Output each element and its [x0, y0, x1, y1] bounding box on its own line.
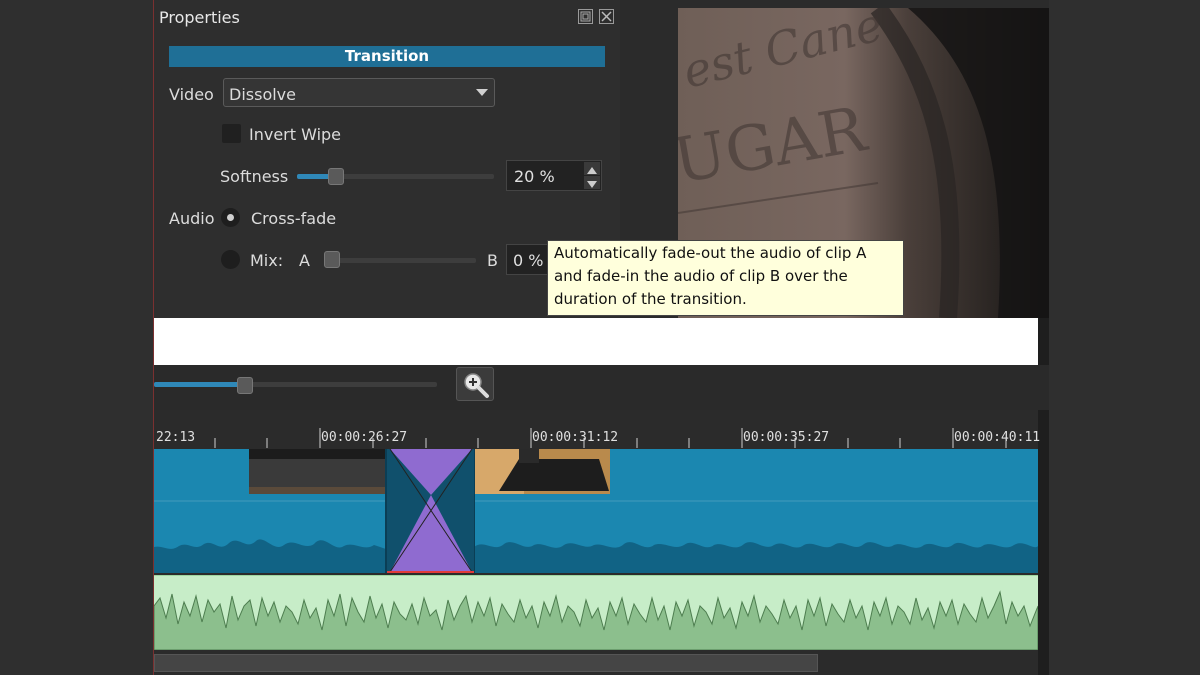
tooltip-line-2: and fade-in the audio of clip B over the	[554, 267, 848, 285]
zoom-in-icon	[464, 373, 489, 398]
softness-spinbox[interactable]: 20 %	[506, 160, 602, 191]
clip-b-thumbnail	[474, 449, 610, 494]
dock-float-icon[interactable]	[578, 9, 593, 24]
invert-wipe-label: Invert Wipe	[249, 125, 342, 144]
audio-label: Audio	[169, 209, 215, 228]
clip-a-thumbnail	[249, 449, 386, 494]
mix-a-label: A	[299, 251, 310, 270]
video-track[interactable]	[154, 449, 1038, 573]
mix-b-label: B	[487, 251, 498, 270]
softness-slider[interactable]	[297, 174, 494, 179]
tooltip-line-3: duration of the transition.	[554, 290, 747, 308]
close-icon[interactable]	[599, 9, 614, 24]
mix-slider[interactable]	[324, 258, 476, 263]
zoom-slider-fill	[154, 382, 245, 387]
section-header: Transition	[169, 46, 605, 67]
mix-value: 0 %	[513, 251, 544, 270]
mix-radio[interactable]	[221, 250, 240, 269]
audio-track[interactable]	[154, 575, 1038, 650]
timeline-toolbar	[154, 365, 1049, 410]
video-transition-select[interactable]: Dissolve	[223, 78, 495, 107]
crossfade-radio[interactable]	[221, 208, 240, 227]
invert-wipe-checkbox[interactable]	[222, 124, 241, 143]
softness-label: Softness	[220, 167, 289, 186]
video-select-value: Dissolve	[229, 85, 296, 104]
white-strip	[154, 318, 1038, 365]
softness-slider-handle[interactable]	[328, 168, 344, 185]
crossfade-label: Cross-fade	[251, 209, 337, 228]
zoom-slider-handle[interactable]	[237, 377, 253, 394]
transition-clip	[387, 449, 474, 573]
ruler-ticks	[214, 428, 1007, 448]
video-label: Video	[169, 85, 214, 104]
zoom-slider[interactable]	[154, 382, 437, 387]
zoom-in-button[interactable]	[456, 367, 494, 401]
mix-label: Mix:	[250, 251, 284, 270]
panel-title: Properties	[159, 8, 240, 27]
timeline-ruler: 22:13 00:00:26:27 00:00:31:12 00:00:35:2…	[154, 410, 1040, 450]
mix-spinbox[interactable]: 0 %	[506, 244, 551, 275]
crossfade-tooltip: Automatically fade-out the audio of clip…	[547, 240, 904, 316]
tooltip-line-1: Automatically fade-out the audio of clip…	[554, 244, 867, 262]
timeline-horizontal-scrollbar[interactable]	[154, 654, 818, 672]
audio-waveform	[154, 590, 1038, 650]
shotcut-window: Properties Transition Video Dissolve Inv…	[153, 0, 1049, 675]
video-track-graphics	[154, 449, 1038, 573]
mix-slider-handle[interactable]	[324, 251, 340, 268]
softness-value: 20 %	[514, 167, 555, 186]
spin-down-button[interactable]	[584, 176, 600, 189]
spin-up-button[interactable]	[584, 162, 600, 175]
radio-dot	[227, 214, 234, 221]
chevron-down-icon	[476, 89, 488, 96]
